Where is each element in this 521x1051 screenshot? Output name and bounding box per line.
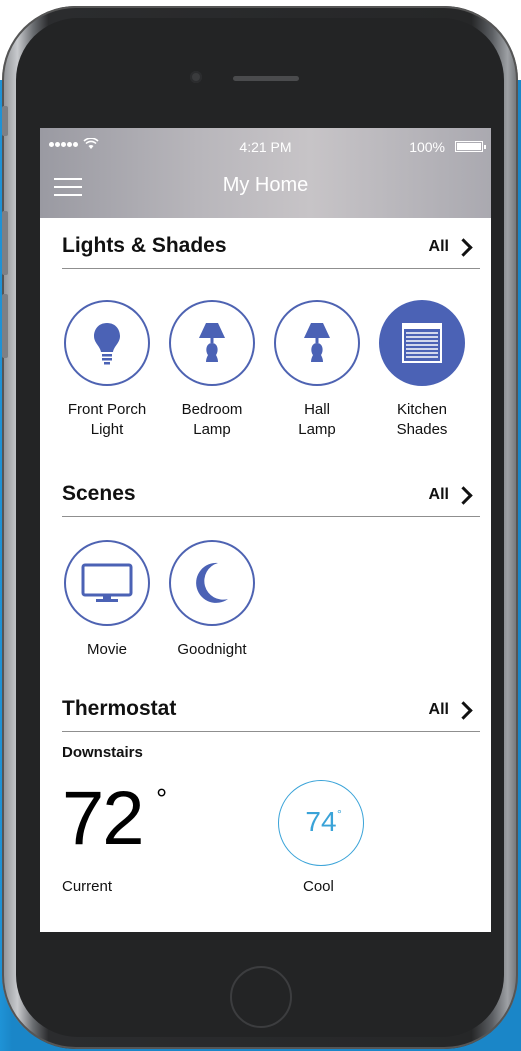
bulb-icon	[64, 300, 150, 386]
app-screen: 4:21 PM 100% My Home Lights & Shades All…	[40, 128, 491, 932]
chevron-right-icon	[454, 700, 473, 720]
scene-goodnight[interactable]: Goodnight	[162, 540, 262, 660]
device-label: Front Porch Light	[67, 401, 147, 438]
thermostat-zone-name: Downstairs	[62, 744, 143, 761]
device-label: Hall Lamp	[298, 401, 336, 438]
earpiece-speaker	[233, 76, 299, 81]
device-label: Kitchen Shades	[396, 401, 448, 438]
home-button[interactable]	[230, 966, 292, 1028]
current-label: Current	[62, 878, 113, 895]
scenes-section-title: Scenes	[62, 482, 136, 505]
thermostat-all-link[interactable]: All	[428, 700, 473, 720]
scenes-section-header: Scenes All	[62, 476, 480, 517]
chevron-right-icon	[454, 485, 473, 505]
volume-down-button	[2, 294, 8, 358]
page-title: My Home	[222, 174, 309, 196]
device-front-porch-light[interactable]: Front Porch Light	[57, 300, 157, 440]
lamp-icon	[274, 300, 360, 386]
shades-icon	[379, 300, 465, 386]
setpoint-dial[interactable]: 74 °	[278, 780, 364, 866]
device-label: Bedroom Lamp	[181, 401, 243, 438]
tv-icon	[64, 540, 150, 626]
scenes-all-link[interactable]: All	[428, 485, 473, 505]
lights-section-header: Lights & Shades All	[62, 228, 480, 269]
device-kitchen-shades[interactable]: Kitchen Shades	[372, 300, 472, 440]
lamp-icon	[169, 300, 255, 386]
thermostat-section-header: Thermostat All	[62, 691, 480, 732]
degree-symbol: °	[156, 783, 168, 814]
scene-movie[interactable]: Movie	[57, 540, 157, 660]
mode-label: Cool	[303, 878, 334, 895]
scenes-all-label: All	[428, 486, 449, 503]
lights-section-title: Lights & Shades	[62, 234, 227, 257]
setpoint-temperature: 74	[305, 806, 337, 837]
setpoint-degree-symbol: °	[337, 807, 342, 821]
mute-switch	[2, 106, 8, 136]
thermostat-all-label: All	[428, 701, 449, 718]
device-hall-lamp[interactable]: Hall Lamp	[267, 300, 367, 440]
scene-label: Goodnight	[177, 641, 247, 658]
front-camera	[190, 71, 202, 83]
device-bedroom-lamp[interactable]: Bedroom Lamp	[162, 300, 262, 440]
chevron-right-icon	[454, 237, 473, 257]
battery-icon	[455, 141, 486, 152]
lights-all-label: All	[428, 238, 449, 255]
lights-all-link[interactable]: All	[428, 237, 473, 257]
app-header: 4:21 PM 100% My Home	[40, 128, 491, 218]
current-temperature: 72	[62, 776, 145, 861]
scene-label: Movie	[86, 641, 127, 658]
volume-up-button	[2, 211, 8, 275]
battery-percent: 100%	[409, 139, 445, 155]
thermostat-section-title: Thermostat	[62, 697, 177, 720]
moon-icon	[169, 540, 255, 626]
